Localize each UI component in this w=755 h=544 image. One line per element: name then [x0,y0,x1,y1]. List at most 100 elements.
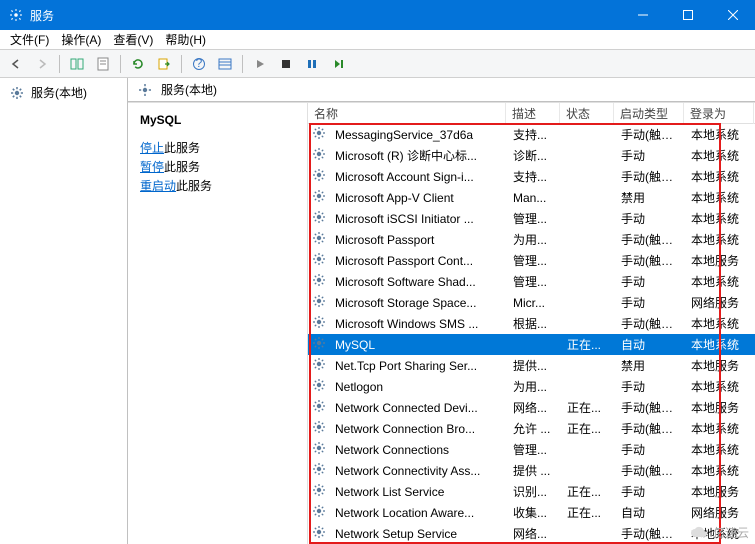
menu-help[interactable]: 帮助(H) [159,29,212,50]
pane-header-label: 服务(本地) [161,81,217,98]
cell-logon: 本地系统 [685,188,755,207]
service-row[interactable]: Microsoft Software Shad...管理...手动本地系统 [308,271,755,292]
cell-startup: 手动 [615,440,685,459]
cell-status [561,197,615,199]
service-row[interactable]: Netlogon为用...手动本地系统 [308,376,755,397]
cell-startup: 手动(触发... [615,251,685,270]
help-button[interactable]: ? [187,52,211,76]
menu-view[interactable]: 查看(V) [107,29,159,50]
cell-status [561,323,615,325]
service-row[interactable]: Network Connections管理...手动本地系统 [308,439,755,460]
svg-text:?: ? [196,57,203,70]
col-startup[interactable]: 启动类型 [614,103,684,124]
service-row[interactable]: Net.Tcp Port Sharing Ser...提供...禁用本地服务 [308,355,755,376]
service-row[interactable]: Microsoft Storage Space...Micr...手动网络服务 [308,292,755,313]
start-service-button[interactable] [248,52,272,76]
gear-icon [308,441,329,458]
restart-service-link[interactable]: 重启动 [140,179,176,193]
pause-service-link[interactable]: 暂停 [140,160,164,174]
cell-logon: 本地系统 [685,125,755,144]
forward-button[interactable] [30,52,54,76]
cell-startup: 手动(触发... [615,461,685,480]
gear-icon [308,168,329,185]
cell-logon: 网络服务 [685,503,755,522]
cell-logon: 本地系统 [685,440,755,459]
back-button[interactable] [4,52,28,76]
menu-action[interactable]: 操作(A) [55,29,107,50]
cell-startup: 手动(触发... [615,314,685,333]
col-name[interactable]: 名称 [308,103,506,124]
pause-service-button[interactable] [300,52,324,76]
cell-desc: 管理... [507,209,561,228]
cell-name: Network Setup Service [329,526,507,542]
cell-status [561,365,615,367]
cell-name: Microsoft App-V Client [329,190,507,206]
service-row[interactable]: Network Connected Devi...网络...正在...手动(触发… [308,397,755,418]
cell-name: Microsoft (R) 诊断中心标... [329,146,507,165]
cloud-icon [689,526,709,540]
cell-desc: 管理... [507,272,561,291]
col-status[interactable]: 状态 [560,103,614,124]
tree-node-services-local[interactable]: 服务(本地) [2,82,125,103]
service-row[interactable]: Network Connectivity Ass...提供 ...手动(触发..… [308,460,755,481]
gear-icon [308,462,329,479]
service-row[interactable]: Network List Service识别...正在...手动本地服务 [308,481,755,502]
cell-desc: 网络... [507,398,561,417]
service-row[interactable]: Network Location Aware...收集...正在...自动网络服… [308,502,755,523]
service-row[interactable]: Network Connection Bro...允许 ...正在...手动(触… [308,418,755,439]
cell-status: 正在... [561,419,615,438]
cell-name: Net.Tcp Port Sharing Ser... [329,358,507,374]
service-row[interactable]: Microsoft Passport Cont...管理...手动(触发...本… [308,250,755,271]
stop-service-button[interactable] [274,52,298,76]
stop-service-link[interactable]: 停止 [140,141,164,155]
maximize-button[interactable] [665,0,710,30]
cell-name: Network List Service [329,484,507,500]
cell-name: Microsoft Account Sign-i... [329,169,507,185]
restart-service-button[interactable] [326,52,350,76]
cell-status: 正在... [561,503,615,522]
cell-name: Network Connected Devi... [329,400,507,416]
gear-icon [308,357,329,374]
cell-startup: 手动 [615,293,685,312]
watermark: 亿速云 [689,524,749,541]
cell-desc: 识别... [507,482,561,501]
gear-icon [308,525,329,542]
cell-name: Microsoft Windows SMS ... [329,316,507,332]
service-row[interactable]: Microsoft iSCSI Initiator ...管理...手动本地系统 [308,208,755,229]
cell-startup: 手动(触发... [615,230,685,249]
export-list-button[interactable] [152,52,176,76]
cell-logon: 本地系统 [685,272,755,291]
close-button[interactable] [710,0,755,30]
cell-name: Microsoft Software Shad... [329,274,507,290]
service-row[interactable]: Microsoft Account Sign-i...支持...手动(触发...… [308,166,755,187]
list-view-button[interactable] [213,52,237,76]
cell-logon: 本地系统 [685,314,755,333]
service-row[interactable]: MessagingService_37d6a支持...手动(触发...本地系统 [308,124,755,145]
service-row[interactable]: Microsoft App-V ClientMan...禁用本地系统 [308,187,755,208]
service-row[interactable]: Network Setup Service网络...手动(触发...本地系统 [308,523,755,544]
toolbar: ? [0,50,755,78]
cell-logon: 本地系统 [685,167,755,186]
minimize-button[interactable] [620,0,665,30]
refresh-button[interactable] [126,52,150,76]
cell-logon: 本地系统 [685,419,755,438]
menu-file[interactable]: 文件(F) [4,29,55,50]
service-row[interactable]: Microsoft (R) 诊断中心标...诊断...手动本地系统 [308,145,755,166]
gear-icon [308,126,329,143]
service-row[interactable]: Microsoft Windows SMS ...根据...手动(触发...本地… [308,313,755,334]
services-list[interactable]: 名称 描述 状态 启动类型 登录为 MessagingService_37d6a… [308,103,755,544]
gear-icon [308,231,329,248]
properties-button[interactable] [91,52,115,76]
services-app-icon [8,7,24,23]
cell-desc: 为用... [507,377,561,396]
service-row[interactable]: MySQL正在...自动本地系统 [308,334,755,355]
cell-status: 正在... [561,398,615,417]
service-row[interactable]: Microsoft Passport为用...手动(触发...本地系统 [308,229,755,250]
cell-desc: 管理... [507,251,561,270]
pane-header: 服务(本地) [128,78,755,102]
title-bar: 服务 [0,0,755,30]
col-desc[interactable]: 描述 [506,103,560,124]
cell-status: 正在... [561,335,615,354]
col-logon[interactable]: 登录为 [684,103,754,124]
show-hide-tree-button[interactable] [65,52,89,76]
